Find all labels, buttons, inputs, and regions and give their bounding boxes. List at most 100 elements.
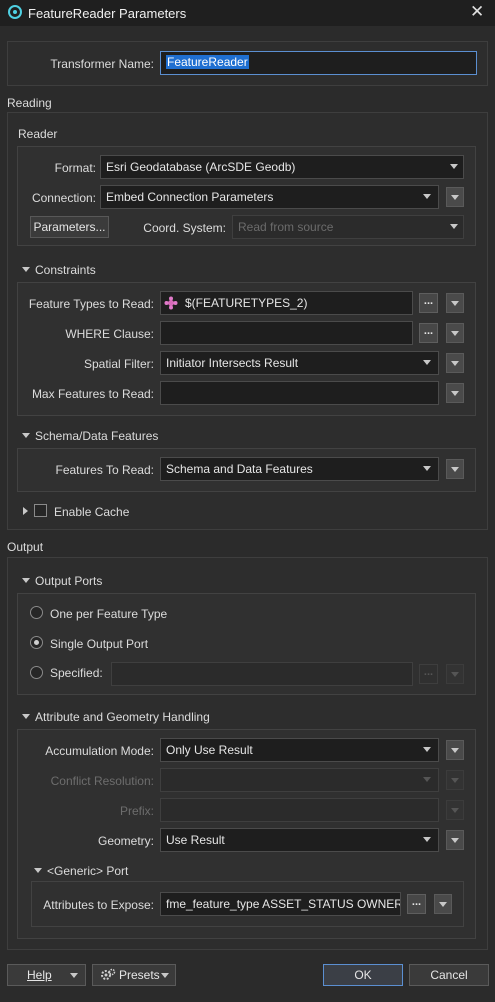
feature-types-value: $(FEATURETYPES_2) <box>185 296 308 310</box>
chevron-down-icon <box>451 672 459 677</box>
specified-browse-button[interactable]: ... <box>419 664 438 684</box>
specified-menu-button[interactable] <box>446 664 464 684</box>
expand-arrow-icon[interactable] <box>23 507 28 515</box>
chevron-down-icon <box>451 301 459 306</box>
chevron-down-icon <box>423 777 431 782</box>
close-icon[interactable]: ✕ <box>470 3 484 21</box>
chevron-down-icon <box>451 748 459 753</box>
prefix-menu-button[interactable] <box>446 800 464 820</box>
chevron-down-icon <box>423 466 431 471</box>
connection-value: Embed Connection Parameters <box>106 190 274 204</box>
chevron-down-icon <box>451 195 459 200</box>
spatial-filter-label: Spatial Filter: <box>83 357 154 371</box>
where-clause-label: WHERE Clause: <box>65 327 154 341</box>
presets-button-label: Presets <box>119 968 160 982</box>
chevron-down-icon <box>451 331 459 336</box>
chevron-down-icon <box>451 838 459 843</box>
chevron-down-icon <box>451 467 459 472</box>
attr-geom-group-title: Attribute and Geometry Handling <box>35 710 210 724</box>
coord-system-combo[interactable]: Read from source <box>232 215 464 239</box>
transformer-name-input[interactable]: FeatureReader <box>160 51 477 75</box>
features-to-read-menu-button[interactable] <box>446 459 464 479</box>
cancel-button[interactable]: Cancel <box>409 964 489 986</box>
feature-types-input[interactable]: $(FEATURETYPES_2) <box>160 291 413 315</box>
output-ports-group-title: Output Ports <box>35 574 103 588</box>
format-combo[interactable]: Esri Geodatabase (ArcSDE Geodb) <box>100 155 464 179</box>
collapse-arrow-icon[interactable] <box>22 267 30 272</box>
chevron-down-icon <box>450 224 458 229</box>
geometry-value: Use Result <box>166 833 225 847</box>
chevron-down-icon <box>439 902 447 907</box>
format-label: Format: <box>54 161 96 175</box>
features-to-read-combo[interactable]: Schema and Data Features <box>160 457 439 481</box>
schema-group-title: Schema/Data Features <box>35 429 159 443</box>
where-clause-browse-button[interactable]: ... <box>419 323 438 343</box>
accumulation-mode-combo[interactable]: Only Use Result <box>160 738 439 762</box>
chevron-down-icon <box>161 973 169 978</box>
accumulation-mode-menu-button[interactable] <box>446 740 464 760</box>
attributes-to-expose-input[interactable]: fme_feature_type ASSET_STATUS OWNER <box>160 892 401 916</box>
chevron-down-icon <box>451 391 459 396</box>
one-per-feature-type-radio[interactable] <box>30 606 43 619</box>
collapse-arrow-icon[interactable] <box>22 714 30 719</box>
feature-type-icon <box>164 296 178 310</box>
help-button-label: Help <box>27 968 52 982</box>
chevron-down-icon <box>451 361 459 366</box>
spatial-filter-menu-button[interactable] <box>446 353 464 373</box>
max-features-menu-button[interactable] <box>446 383 464 403</box>
connection-label: Connection: <box>31 191 96 205</box>
specified-radio[interactable] <box>30 666 43 679</box>
ok-button[interactable]: OK <box>323 964 403 986</box>
collapse-arrow-icon[interactable] <box>22 433 30 438</box>
max-features-label: Max Features to Read: <box>31 387 154 401</box>
specified-label: Specified: <box>50 666 103 680</box>
generic-port-group-title: <Generic> Port <box>47 864 129 878</box>
feature-types-menu-button[interactable] <box>446 293 464 313</box>
single-output-port-radio[interactable] <box>30 636 43 649</box>
chevron-down-icon <box>423 747 431 752</box>
spatial-filter-combo[interactable]: Initiator Intersects Result <box>160 351 439 375</box>
where-clause-menu-button[interactable] <box>446 323 464 343</box>
conflict-resolution-label: Conflict Resolution: <box>50 774 154 788</box>
enable-cache-label: Enable Cache <box>54 505 130 519</box>
connection-combo[interactable]: Embed Connection Parameters <box>100 185 439 209</box>
constraints-group-title: Constraints <box>35 263 96 277</box>
prefix-label: Prefix: <box>119 804 154 818</box>
accumulation-mode-label: Accumulation Mode: <box>45 744 154 758</box>
prefix-input[interactable] <box>160 798 439 822</box>
chevron-down-icon <box>423 360 431 365</box>
conflict-resolution-combo[interactable] <box>160 768 439 792</box>
chevron-down-icon <box>451 808 459 813</box>
where-clause-input[interactable] <box>160 321 413 345</box>
conflict-resolution-menu-button[interactable] <box>446 770 464 790</box>
specified-input[interactable] <box>111 662 413 686</box>
feature-types-browse-button[interactable]: ... <box>419 293 438 313</box>
attributes-browse-button[interactable]: ... <box>407 894 426 914</box>
collapse-arrow-icon[interactable] <box>34 868 42 873</box>
coord-system-placeholder: Read from source <box>238 220 334 234</box>
accumulation-mode-value: Only Use Result <box>166 743 253 757</box>
gear-icon <box>101 968 116 980</box>
fme-app-icon <box>8 5 22 19</box>
reader-group-title: Reader <box>18 127 58 141</box>
output-section-label: Output <box>7 540 44 554</box>
one-per-feature-type-label: One per Feature Type <box>50 607 168 621</box>
single-output-port-label: Single Output Port <box>50 637 149 651</box>
collapse-arrow-icon[interactable] <box>22 578 30 583</box>
chevron-down-icon <box>451 778 459 783</box>
reading-section-label: Reading <box>7 96 52 110</box>
parameters-button[interactable]: Parameters... <box>30 216 109 238</box>
chevron-down-icon <box>70 973 78 978</box>
geometry-combo[interactable]: Use Result <box>160 828 439 852</box>
attributes-menu-button[interactable] <box>434 894 452 914</box>
max-features-input[interactable] <box>160 381 439 405</box>
geometry-menu-button[interactable] <box>446 830 464 850</box>
features-to-read-label: Features To Read: <box>55 463 154 477</box>
chevron-down-icon <box>423 837 431 842</box>
chevron-down-icon <box>450 164 458 169</box>
geometry-label: Geometry: <box>97 834 154 848</box>
enable-cache-checkbox[interactable] <box>34 504 47 517</box>
format-value: Esri Geodatabase (ArcSDE Geodb) <box>106 160 296 174</box>
connection-menu-button[interactable] <box>446 187 464 207</box>
features-to-read-value: Schema and Data Features <box>166 462 313 476</box>
